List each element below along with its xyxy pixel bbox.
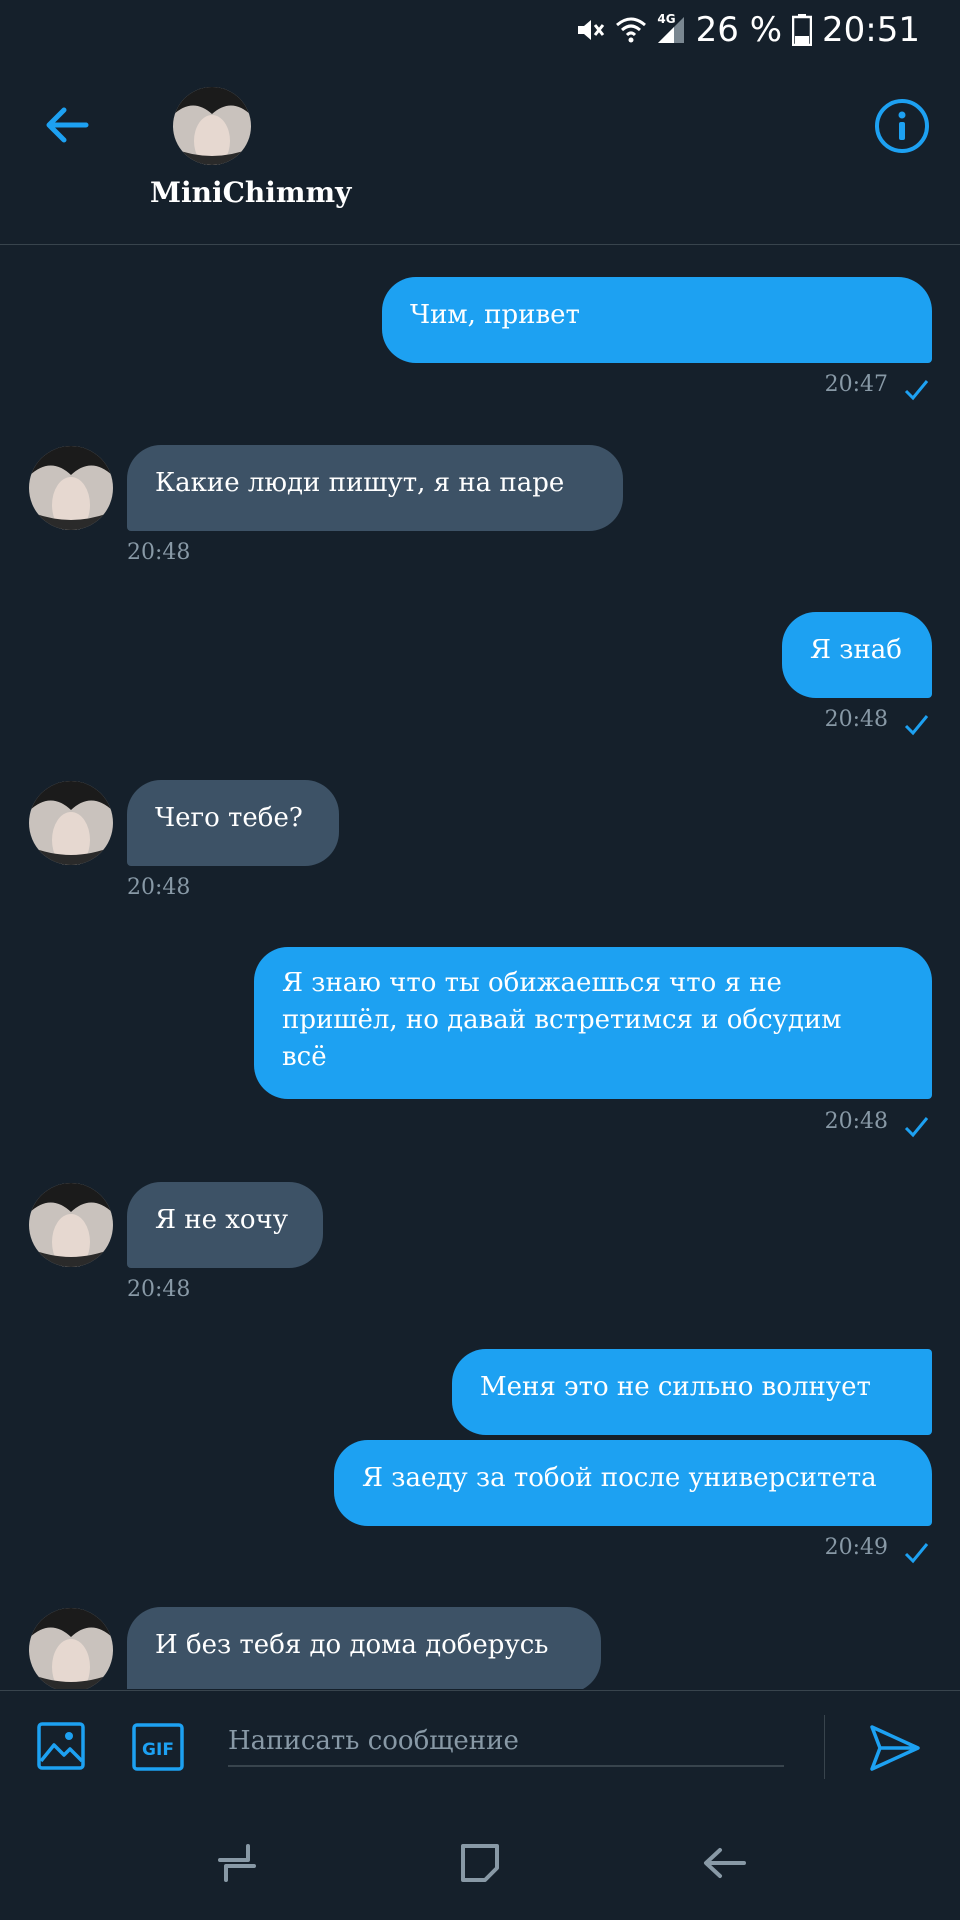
message-list[interactable]: Чим, привет 20:47 Какие люди пишут, я на… (0, 245, 960, 1689)
read-check-icon (904, 1117, 929, 1138)
message-time: 20:47 (824, 372, 888, 397)
message-bubble-incoming[interactable]: Я не хочу (127, 1182, 323, 1268)
recent-apps-icon[interactable] (212, 1838, 262, 1888)
back-icon[interactable] (700, 1838, 750, 1888)
message-bubble-outgoing[interactable]: Я заеду за тобой после университета (334, 1440, 932, 1526)
back-arrow-icon[interactable] (42, 100, 92, 150)
message-time: 20:48 (127, 1277, 191, 1302)
system-nav-bar (0, 1802, 960, 1920)
image-icon[interactable] (36, 1721, 86, 1771)
message-text: Чего тебе? (155, 803, 303, 833)
gif-label: GIF (142, 1740, 174, 1760)
message-bubble-outgoing[interactable]: Я знаб (782, 612, 932, 698)
message-text: Какие люди пишут, я на паре (155, 468, 565, 498)
message-text-line: пришёл, но давай встретимся и обсудим (282, 1005, 842, 1035)
wifi-icon (616, 17, 647, 43)
read-check-icon (904, 380, 929, 401)
message-bubble-outgoing[interactable]: Я знаю что ты обижаешься что я не пришёл… (254, 947, 932, 1099)
avatar[interactable] (28, 445, 114, 531)
message-text: Чим, привет (410, 300, 580, 330)
message-text-line: всё (282, 1042, 327, 1072)
message-text: И без тебя до дома доберусь (155, 1630, 549, 1660)
status-bar: 4G 26 % 20:51 (0, 0, 960, 58)
info-icon[interactable] (874, 98, 930, 154)
message-time: 20:49 (824, 1535, 888, 1560)
contact-name[interactable]: MiniChimmy (150, 176, 410, 209)
gif-icon[interactable]: GIF (132, 1723, 184, 1771)
message-bubble-incoming[interactable]: Какие люди пишут, я на паре (127, 445, 623, 531)
message-bubble-incoming[interactable]: Чего тебе? (127, 780, 339, 866)
message-text: Я заеду за тобой после университета (362, 1463, 877, 1493)
avatar[interactable] (28, 780, 114, 866)
signal-icon (657, 17, 684, 43)
message-text: Я не хочу (155, 1205, 289, 1235)
status-icons: 4G 26 % 20:51 (575, 8, 920, 52)
avatar[interactable] (172, 86, 252, 166)
message-bubble-outgoing[interactable]: Меня это не сильно волнует (452, 1349, 932, 1435)
avatar[interactable] (28, 1182, 114, 1268)
message-composer: GIF (0, 1690, 960, 1803)
read-check-icon (904, 715, 929, 736)
message-time: 20:48 (127, 875, 191, 900)
avatar[interactable] (28, 1607, 114, 1689)
status-time: 20:51 (822, 10, 920, 50)
message-time: 20:48 (127, 540, 191, 565)
read-check-icon (904, 1543, 929, 1564)
battery-icon (792, 14, 813, 46)
battery-percent: 26 % (695, 10, 783, 50)
message-text: Я знаб (810, 635, 902, 665)
message-text: Меня это не сильно волнует (480, 1372, 871, 1402)
message-text-line: Я знаю что ты обижаешься что я не (282, 968, 782, 998)
message-bubble-incoming[interactable]: И без тебя до дома доберусь (127, 1607, 601, 1689)
conversation-header: MiniChimmy (0, 58, 960, 245)
composer-divider (824, 1715, 825, 1779)
home-icon[interactable] (455, 1838, 505, 1888)
send-icon[interactable] (868, 1721, 922, 1775)
message-bubble-outgoing[interactable]: Чим, привет (382, 277, 932, 363)
message-input[interactable] (228, 1717, 784, 1767)
message-time: 20:48 (824, 1109, 888, 1134)
mute-icon (578, 20, 605, 40)
message-time: 20:48 (824, 707, 888, 732)
